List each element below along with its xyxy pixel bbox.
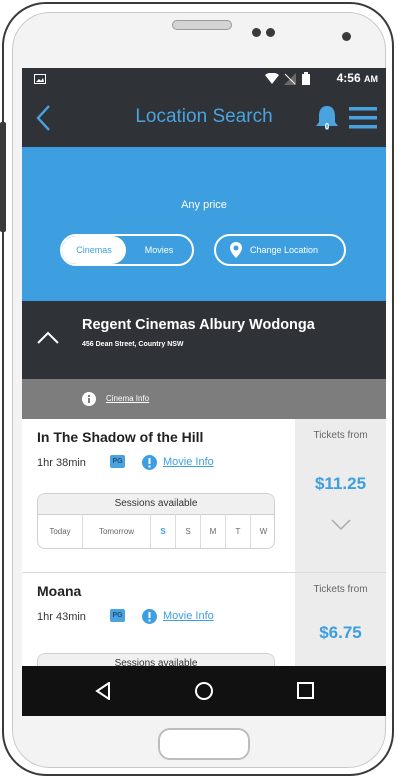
chevron-down-icon[interactable] (331, 519, 351, 531)
tab-movies[interactable]: Movies (126, 236, 192, 264)
notification-count: 0 (324, 122, 330, 131)
clock: 4:56 AM (336, 71, 378, 85)
price-column: Tickets from $11.25 (295, 419, 386, 572)
day-saturday[interactable]: S (151, 514, 176, 548)
price-filter-label[interactable]: Any price (22, 199, 386, 211)
day-tuesday[interactable]: T (226, 514, 251, 548)
cinemas-movies-toggle: Cinemas Movies (60, 234, 194, 266)
sensor-dot (266, 28, 275, 37)
day-sunday[interactable]: S (176, 514, 201, 548)
day-wednesday[interactable]: W (251, 514, 274, 548)
change-location-button[interactable]: Change Location (214, 234, 346, 266)
android-nav-bar (22, 666, 386, 716)
movie-info-link[interactable]: Movie Info (163, 610, 214, 622)
phone-speaker (172, 20, 232, 30)
movie-info-link[interactable]: Movie Info (163, 456, 214, 468)
wifi-icon (265, 73, 279, 84)
rating-badge: PG (110, 609, 125, 622)
change-location-label: Change Location (250, 245, 319, 255)
movie-card[interactable]: In The Shadow of the Hill 1hr 38min PG M… (22, 419, 386, 573)
tickets-from-label: Tickets from (313, 430, 368, 441)
cinema-info-link[interactable]: Cinema Info (106, 394, 149, 403)
sensor-dot (252, 28, 261, 37)
nav-home-icon[interactable] (194, 681, 214, 701)
chevron-up-icon[interactable] (36, 331, 60, 345)
status-bar: 4:56 AM (22, 68, 386, 90)
movie-title: Moana (37, 583, 82, 599)
cinema-address: 456 Dean Street, Country NSW (82, 341, 184, 348)
day-tomorrow[interactable]: Tomorrow (83, 514, 151, 548)
movie-title: In The Shadow of the Hill (37, 429, 204, 445)
cinema-info-bar: Cinema Info (22, 379, 386, 419)
rating-badge: PG (110, 455, 125, 468)
day-today[interactable]: Today (38, 514, 83, 548)
session-days: Today Tomorrow S S M T W (38, 514, 274, 548)
sessions-panel: Sessions available Today Tomorrow S S M … (37, 493, 275, 549)
image-notification-icon (34, 74, 46, 84)
side-button (0, 122, 6, 232)
ticket-price: $11.25 (314, 474, 367, 493)
signal-icon (284, 73, 296, 85)
cinema-header[interactable]: Regent Cinemas Albury Wodonga 456 Dean S… (22, 301, 386, 379)
app-screen: 4:56 AM Location Search 0 Any price Cine… (22, 68, 386, 716)
home-button[interactable] (158, 728, 250, 760)
movie-duration: 1hr 38min (37, 457, 86, 469)
tab-cinemas[interactable]: Cinemas (62, 236, 126, 264)
movie-duration: 1hr 43min (37, 611, 86, 623)
battery-icon (302, 72, 310, 85)
tickets-from-label: Tickets from (313, 584, 368, 595)
info-icon (142, 609, 157, 624)
cinema-name: Regent Cinemas Albury Wodonga (82, 317, 315, 333)
nav-back-icon[interactable] (95, 682, 111, 700)
location-pin-icon (230, 242, 242, 258)
day-monday[interactable]: M (201, 514, 226, 548)
info-icon (82, 392, 96, 406)
filter-panel: Any price Cinemas Movies Change Location (22, 147, 386, 301)
front-camera (342, 32, 351, 41)
nav-recents-icon[interactable] (297, 682, 315, 700)
info-icon (142, 455, 157, 470)
hamburger-menu-icon[interactable] (349, 107, 377, 129)
top-navbar: Location Search 0 (22, 90, 386, 147)
sessions-label: Sessions available (38, 494, 274, 515)
ticket-price: $6.75 (319, 623, 362, 642)
